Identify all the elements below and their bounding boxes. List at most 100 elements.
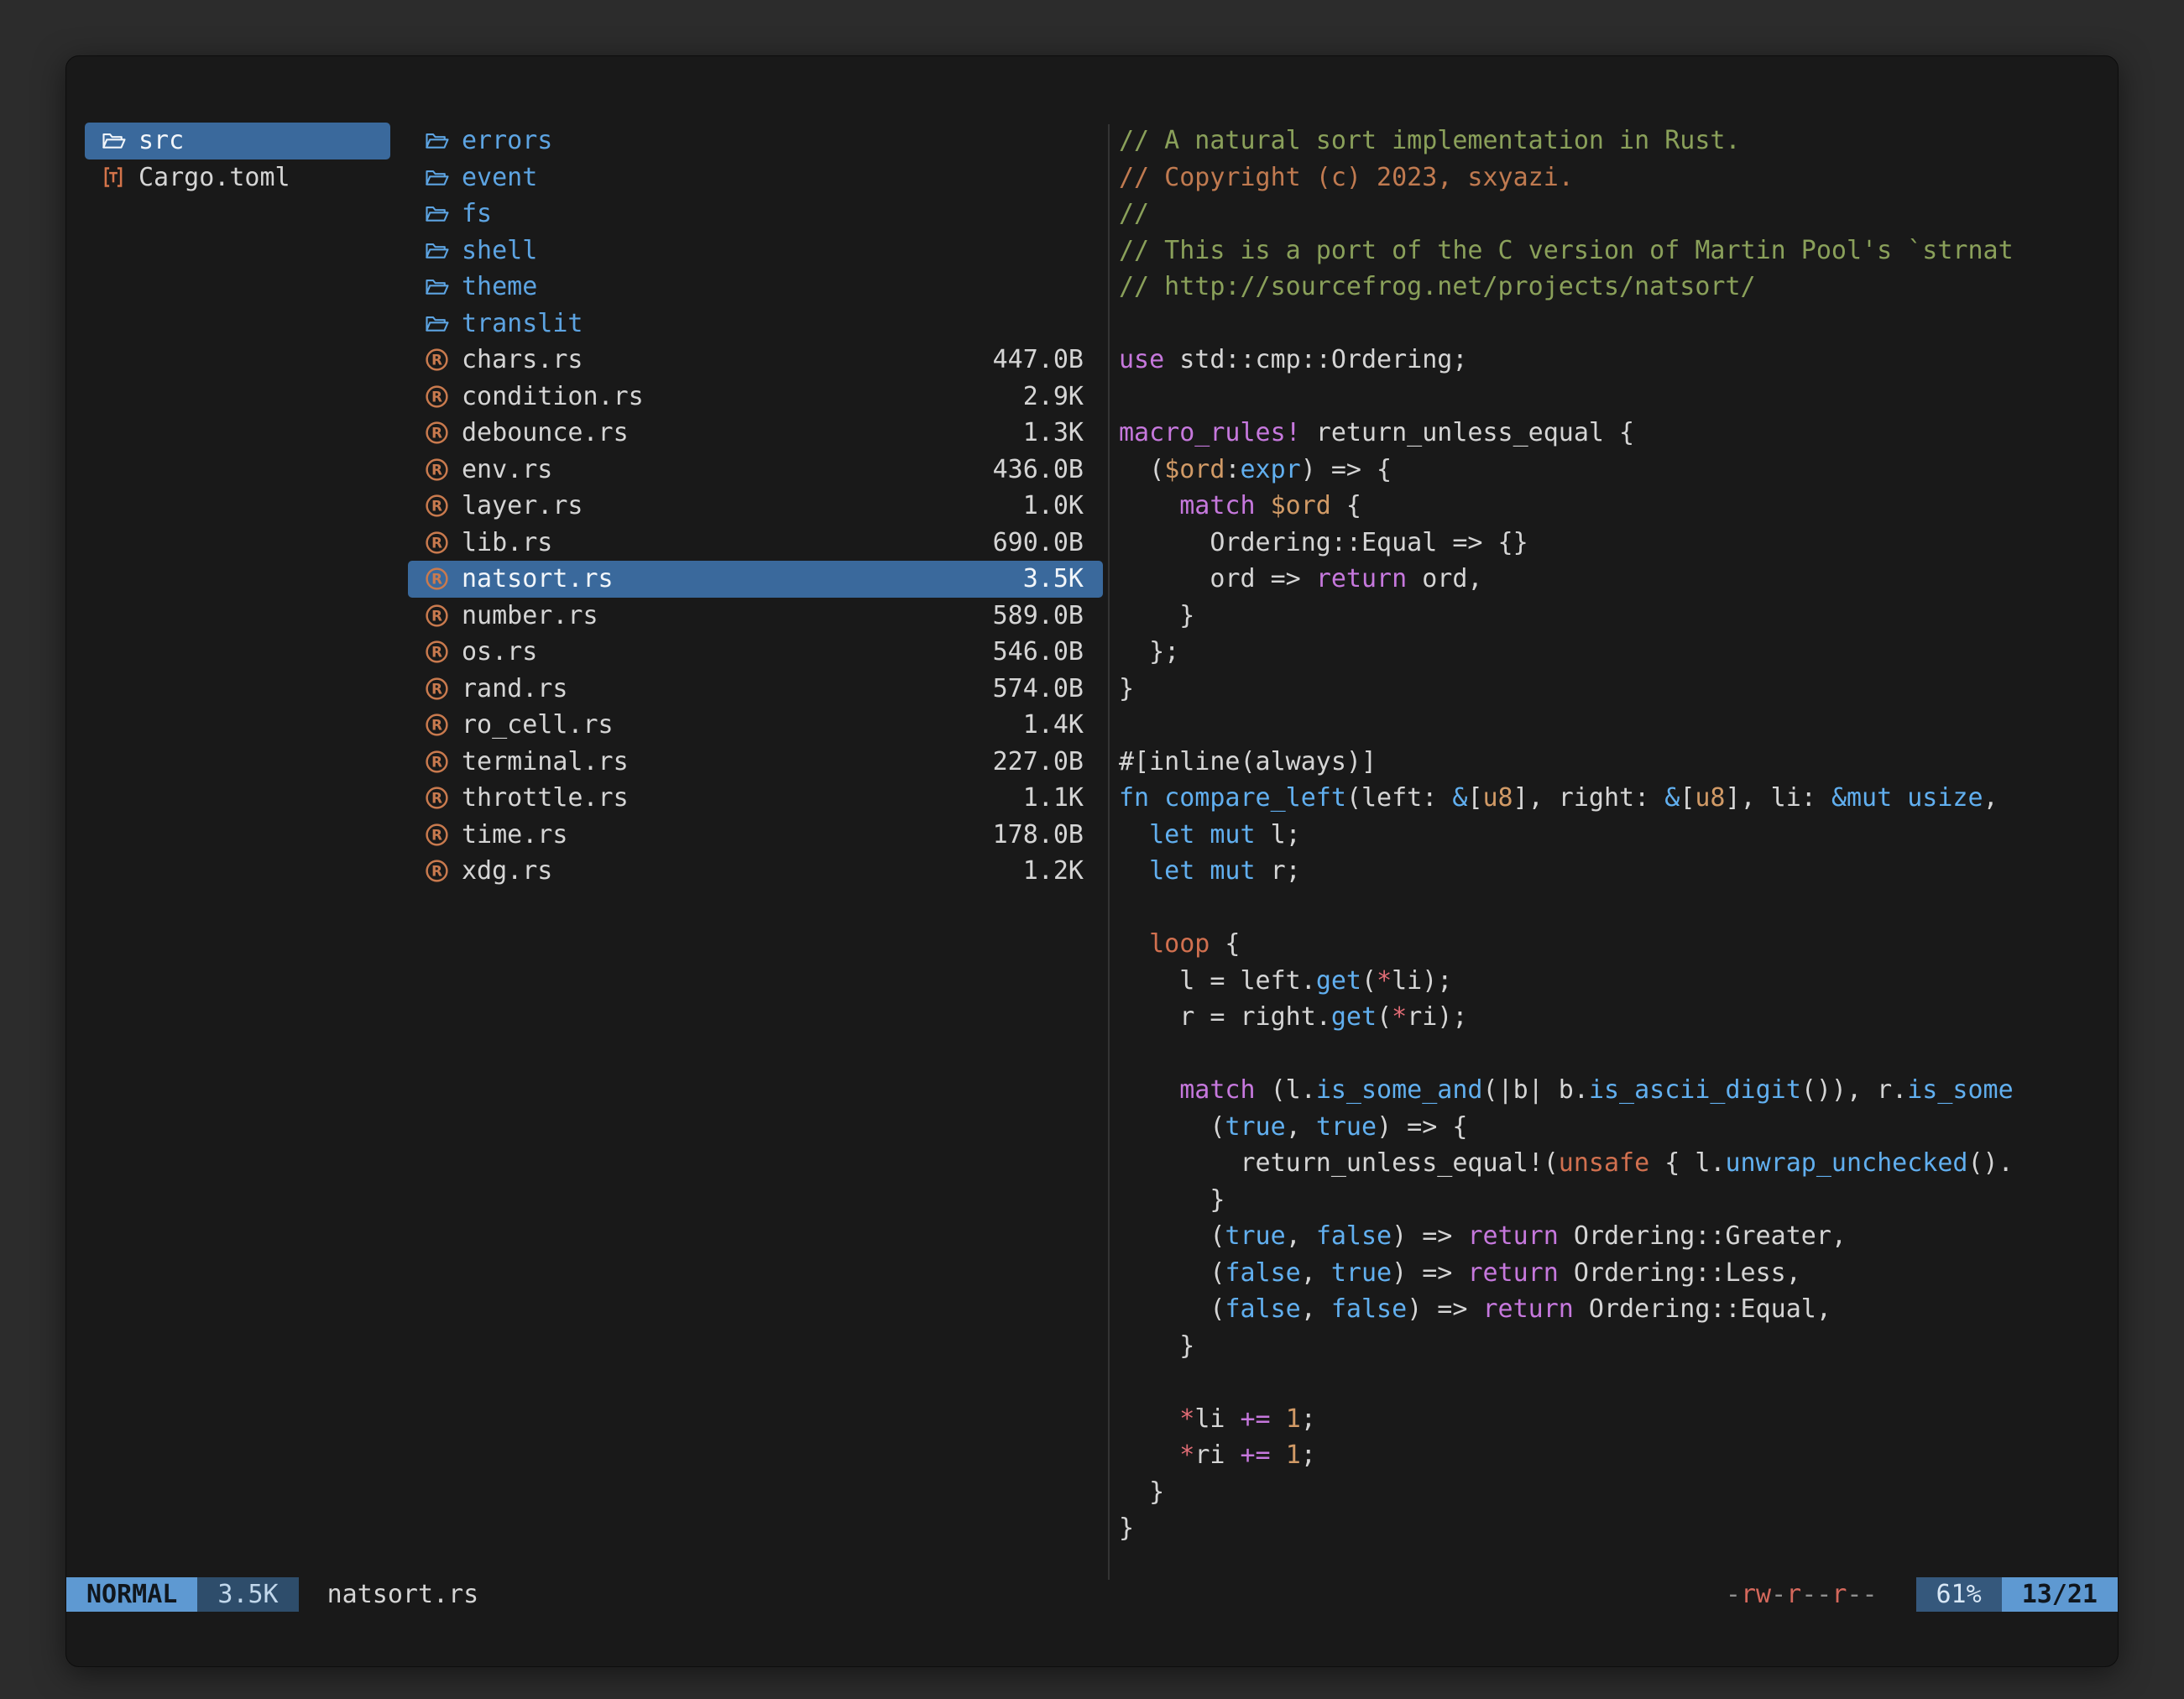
- code-line: // Copyright (c) 2023, sxyazi.: [1119, 159, 2099, 196]
- code-line: }: [1119, 1328, 2099, 1365]
- file-size: 227.0B: [993, 747, 1084, 776]
- svg-text:R: R: [431, 681, 442, 697]
- file-row[interactable]: Rterminal.rs 227.0B: [408, 744, 1103, 781]
- code-line: }: [1119, 1182, 2099, 1219]
- code-line: let mut r;: [1119, 853, 2099, 890]
- entry-name: number.rs: [462, 601, 598, 630]
- dir-row[interactable]: event: [408, 159, 1103, 196]
- entry-name: errors: [462, 126, 552, 155]
- code-line: Ordering::Equal => {}: [1119, 525, 2099, 562]
- file-row[interactable]: Rthrottle.rs 1.1K: [408, 780, 1103, 817]
- file-size: 574.0B: [993, 674, 1084, 703]
- file-row[interactable]: Rchars.rs447.0B: [408, 342, 1103, 379]
- code-line: use std::cmp::Ordering;: [1119, 342, 2099, 379]
- code-line: }: [1119, 1474, 2099, 1511]
- entry-name: natsort.rs: [462, 564, 614, 593]
- file-size: 1.3K: [1023, 418, 1084, 447]
- entry-name: terminal.rs: [462, 747, 629, 776]
- code-line: (true, false) => return Ordering::Greate…: [1119, 1218, 2099, 1255]
- file-row[interactable]: Rdebounce.rs1.3K: [408, 415, 1103, 452]
- entry-name: layer.rs: [462, 491, 583, 520]
- dir-row[interactable]: theme: [408, 269, 1103, 306]
- rust-icon: R: [425, 457, 462, 482]
- entry-name: env.rs: [462, 455, 552, 484]
- code-line: loop {: [1119, 926, 2099, 963]
- file-size: 589.0B: [993, 601, 1084, 630]
- code-line: [1119, 1364, 2099, 1401]
- folder-icon: [425, 130, 462, 151]
- code-line: l = left.get(*li);: [1119, 963, 2099, 1000]
- entry-name: shell: [462, 236, 537, 265]
- dir-row[interactable]: fs: [408, 196, 1103, 233]
- code-line: ord => return ord,: [1119, 561, 2099, 598]
- parent-pane: src Cargo.toml: [85, 123, 390, 196]
- code-line: (false, true) => return Ordering::Less,: [1119, 1255, 2099, 1292]
- rust-icon: R: [425, 494, 462, 518]
- code-line: (true, true) => {: [1119, 1109, 2099, 1146]
- file-row[interactable]: Ros.rs 546.0B: [408, 634, 1103, 671]
- file-row[interactable]: Rlib.rs690.0B: [408, 525, 1103, 562]
- file-row[interactable]: Rlayer.rs1.0K: [408, 488, 1103, 525]
- dir-row[interactable]: translit: [408, 306, 1103, 342]
- file-row[interactable]: Renv.rs436.0B: [408, 452, 1103, 489]
- entry-name: theme: [462, 272, 537, 301]
- current-dir-pane: errors event fs shell theme translit Rchars.rs…: [408, 123, 1103, 890]
- entry-name: xdg.rs: [462, 856, 552, 886]
- code-line: match (l.is_some_and(|b| b.is_ascii_digi…: [1119, 1072, 2099, 1109]
- code-line: }: [1119, 1510, 2099, 1547]
- code-line: return_unless_equal!(unsafe { l.unwrap_u…: [1119, 1145, 2099, 1182]
- rust-icon: R: [425, 823, 462, 847]
- entry-name: os.rs: [462, 637, 537, 667]
- code-line: *li += 1;: [1119, 1401, 2099, 1438]
- file-size: 1.1K: [1023, 783, 1084, 813]
- code-line: ($ord:expr) => {: [1119, 452, 2099, 489]
- file-row[interactable]: Rnumber.rs 589.0B: [408, 598, 1103, 635]
- file-row[interactable]: Rtime.rs178.0B: [408, 817, 1103, 854]
- svg-text:R: R: [431, 499, 442, 515]
- rust-icon: R: [425, 384, 462, 409]
- svg-text:R: R: [431, 645, 442, 661]
- svg-text:R: R: [431, 572, 442, 588]
- file-size-badge: 3.5K: [197, 1577, 298, 1612]
- entry-name: time.rs: [462, 820, 567, 850]
- svg-text:R: R: [431, 791, 442, 807]
- folder-icon: [425, 313, 462, 334]
- entry-name: fs: [462, 199, 492, 228]
- code-line: // http://sourcefrog.net/projects/natsor…: [1119, 269, 2099, 306]
- file-row[interactable]: Rrand.rs574.0B: [408, 671, 1103, 708]
- code-line: }: [1119, 671, 2099, 708]
- rust-icon: R: [425, 421, 462, 445]
- file-row[interactable]: Rnatsort.rs3.5K: [408, 561, 1103, 598]
- file-row[interactable]: Rcondition.rs2.9K: [408, 379, 1103, 416]
- svg-text:R: R: [431, 608, 442, 624]
- parent-dir-row[interactable]: src: [85, 123, 390, 159]
- file-size: 1.4K: [1023, 710, 1084, 740]
- code-line: [1119, 379, 2099, 416]
- rust-icon: R: [425, 348, 462, 372]
- file-size: 546.0B: [993, 637, 1084, 667]
- rust-icon: R: [425, 567, 462, 591]
- file-row[interactable]: Rro_cell.rs1.4K: [408, 707, 1103, 744]
- entry-name: throttle.rs: [462, 783, 629, 813]
- code-line: [1119, 707, 2099, 744]
- dir-row[interactable]: shell: [408, 233, 1103, 269]
- entry-name: translit: [462, 309, 583, 338]
- svg-text:R: R: [431, 754, 442, 770]
- file-size: 447.0B: [993, 345, 1084, 374]
- code-line: }: [1119, 598, 2099, 635]
- svg-text:R: R: [431, 535, 442, 551]
- entry-name: condition.rs: [462, 382, 644, 411]
- svg-text:R: R: [431, 864, 442, 880]
- dir-row[interactable]: errors: [408, 123, 1103, 159]
- mode-badge: NORMAL: [66, 1577, 197, 1612]
- code-line: fn compare_left(left: &[u8], right: &[u8…: [1119, 780, 2099, 817]
- scroll-percent-badge: 61%: [1916, 1577, 2002, 1612]
- pane-divider: [1108, 124, 1110, 1580]
- code-line: [1119, 306, 2099, 342]
- entry-name: ro_cell.rs: [462, 710, 614, 740]
- svg-text:R: R: [431, 462, 442, 478]
- file-row[interactable]: Rxdg.rs1.2K: [408, 853, 1103, 890]
- entry-name: src: [138, 126, 184, 155]
- parent-file-row[interactable]: Cargo.toml: [85, 159, 390, 196]
- status-bar: NORMAL 3.5K natsort.rs -rw-r--r-- 61% 13…: [66, 1577, 2118, 1612]
